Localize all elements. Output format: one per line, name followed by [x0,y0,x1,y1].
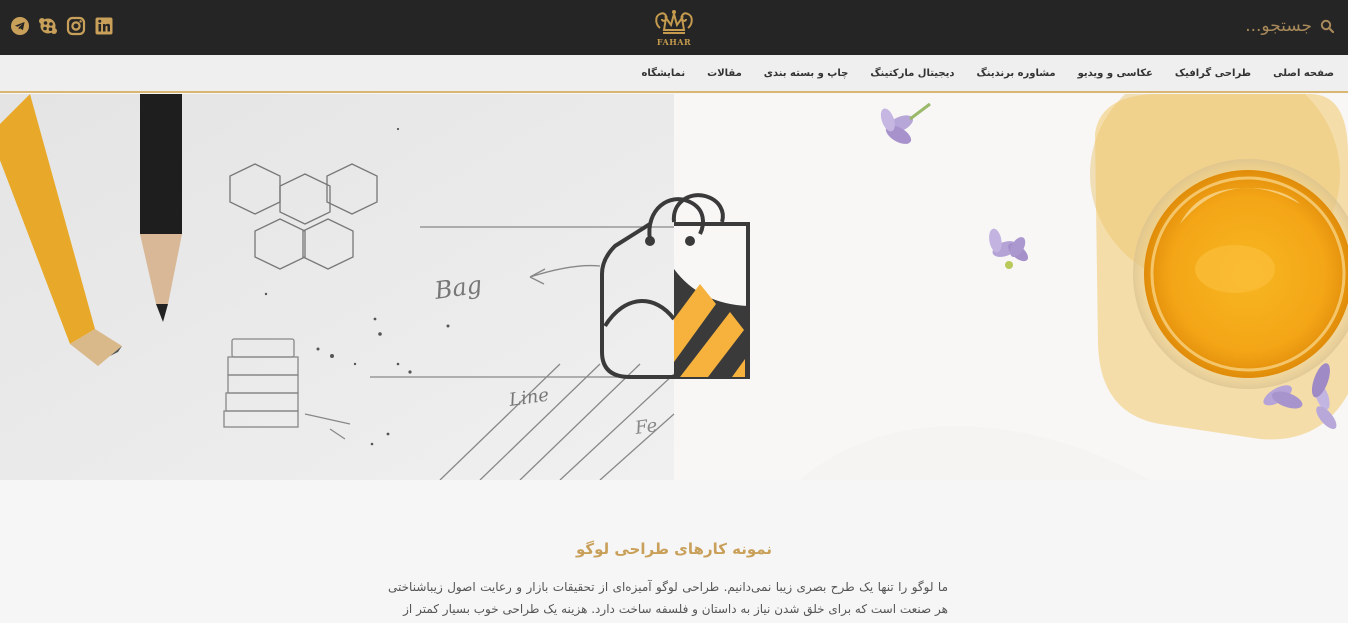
hero-banner: Bag Line Fe [0,94,1348,480]
nav-item-articles[interactable]: مقالات [696,68,753,79]
instagram-link[interactable] [66,16,86,36]
nav-item-digital-marketing[interactable]: دیجیتال مارکتینگ [859,68,965,79]
aparat-link[interactable] [38,16,58,36]
linkedin-link[interactable] [94,16,114,36]
hero-illustration: Bag Line Fe [0,94,1348,480]
nav-item-graphic-design[interactable]: طراحی گرافیک [1164,68,1262,79]
brand-name: FAHAR [656,37,692,47]
nav-item-photo-video[interactable]: عکاسی و ویدیو [1067,68,1164,79]
instagram-icon [66,16,86,36]
nav-item-exhibition[interactable]: نمایشگاه [631,68,697,79]
telegram-link[interactable] [10,16,30,36]
nav-item-print-packaging[interactable]: چاپ و بسته بندی [753,68,860,79]
brand-logo[interactable]: FAHAR [652,6,696,48]
search-icon[interactable] [1320,19,1334,33]
social-links [10,16,114,36]
nav-item-branding[interactable]: مشاوره برندینگ [966,68,1067,79]
sketch-word-fe: Fe [633,415,659,439]
linkedin-icon [95,17,113,35]
section-title: نمونه کارهای طراحی لوگو [575,540,772,558]
search-input[interactable]: جستجو... [1245,16,1312,36]
crown-icon [655,10,693,34]
top-bar: FAHAR جستجو... [0,0,1348,55]
nav-item-home[interactable]: صفحه اصلی [1262,68,1334,79]
telegram-icon [11,17,29,35]
content-section: نمونه کارهای طراحی لوگو ما لوگو را تنها … [0,480,1348,623]
aparat-icon [39,18,57,34]
honey-jar [1090,94,1348,440]
search-box[interactable]: جستجو... [1245,16,1334,36]
main-nav: صفحه اصلی طراحی گرافیک عکاسی و ویدیو مشا… [0,55,1348,93]
section-body: ما لوگو را تنها یک طرح بصری زیبا نمی‌دان… [388,580,948,616]
